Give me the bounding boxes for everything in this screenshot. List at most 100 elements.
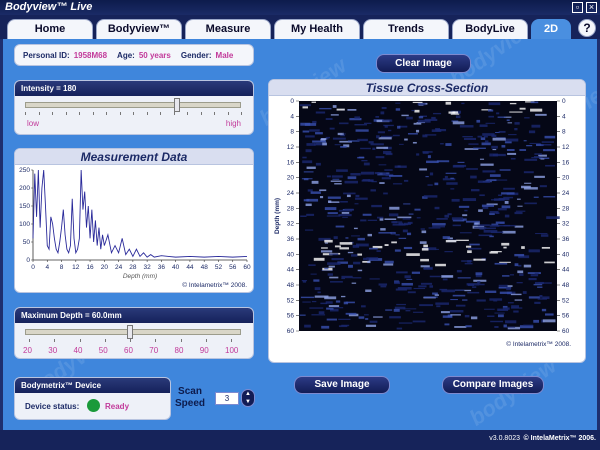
compare-images-button[interactable]: Compare Images — [442, 376, 544, 394]
speckle — [340, 145, 347, 148]
device-panel: Bodymetrix™ Device Device status: Ready — [14, 377, 171, 420]
speckle — [355, 129, 369, 132]
speckle — [398, 222, 404, 226]
speckle — [403, 179, 409, 182]
speckle — [487, 315, 495, 317]
speckle — [342, 216, 348, 218]
speckle — [394, 165, 407, 168]
speckle — [514, 211, 523, 215]
speckle — [530, 101, 539, 104]
speckle — [310, 273, 317, 275]
tab-measure[interactable]: Measure — [185, 19, 271, 39]
tab-bodyview[interactable]: Bodyview™ — [96, 19, 182, 39]
speckle — [499, 291, 512, 294]
speckle — [328, 200, 332, 203]
speckle — [444, 175, 448, 179]
slider-tick — [160, 112, 161, 115]
speckle — [404, 138, 408, 141]
speckle — [514, 127, 518, 131]
speckle — [327, 196, 341, 199]
slider-tick — [25, 112, 26, 115]
scan-speed-stepper[interactable]: ▲ ▼ — [241, 389, 255, 407]
speckle — [324, 207, 337, 211]
intensity-slider-thumb[interactable] — [174, 98, 181, 112]
speckle — [420, 282, 433, 285]
tab-home[interactable]: Home — [7, 19, 93, 39]
x-tick-label: 36 — [158, 264, 166, 271]
speckle — [363, 162, 370, 166]
speckle — [514, 263, 519, 267]
speckle — [465, 220, 480, 223]
speckle — [534, 301, 541, 304]
restore-icon[interactable]: ▫ — [572, 2, 583, 13]
scan-speed-input[interactable]: 3 — [215, 392, 239, 405]
speckle — [411, 271, 421, 274]
speckle — [381, 106, 387, 110]
speckle — [357, 138, 368, 142]
speckle — [534, 175, 545, 178]
speckle — [380, 111, 385, 115]
speckle — [470, 316, 478, 320]
intensity-high-label: high — [225, 119, 241, 128]
speckle — [353, 227, 358, 230]
speckle — [344, 208, 354, 211]
clear-image-button[interactable]: Clear Image — [376, 54, 471, 73]
speckle — [369, 247, 378, 250]
speckle — [445, 143, 452, 146]
y-tick-label: 200 — [19, 185, 30, 192]
measurement-title: Measurement Data — [15, 149, 253, 165]
slider-tick — [106, 112, 107, 115]
depth-scale-label: 70 — [149, 346, 159, 355]
speckle — [544, 313, 554, 316]
speckle — [381, 177, 391, 180]
speckle — [544, 135, 556, 139]
speckle — [351, 282, 357, 284]
speckle — [302, 156, 307, 159]
scan-speed-label-line1: Scan — [178, 386, 202, 397]
speckle — [504, 320, 517, 324]
speckle — [503, 187, 515, 190]
close-icon[interactable]: × — [586, 2, 597, 13]
speckle — [324, 239, 333, 243]
speckle — [345, 237, 349, 239]
speckle — [389, 316, 401, 319]
stepper-up-icon[interactable]: ▲ — [242, 390, 254, 398]
speckle — [361, 159, 368, 162]
speckle — [321, 325, 330, 329]
speckle — [481, 204, 495, 207]
speckle — [332, 137, 346, 140]
speckle — [383, 192, 388, 195]
speckle — [523, 324, 534, 326]
tab-bodylive[interactable]: BodyLive — [452, 19, 528, 39]
speckle — [539, 185, 547, 188]
speckle — [341, 211, 350, 214]
tab-my-health[interactable]: My Health — [274, 19, 360, 39]
max-depth-track[interactable] — [25, 329, 241, 335]
speckle — [542, 319, 556, 323]
slider-tick — [79, 339, 81, 342]
tab-trends[interactable]: Trends — [363, 19, 449, 39]
speckle — [420, 265, 430, 268]
speckle — [519, 273, 524, 276]
speckle — [435, 128, 441, 131]
save-image-button[interactable]: Save Image — [294, 376, 390, 394]
speckle — [534, 153, 542, 155]
speckle — [357, 269, 363, 272]
speckle — [388, 129, 392, 132]
speckle — [490, 320, 504, 323]
speckle — [418, 285, 427, 288]
max-depth-slider-thumb[interactable] — [127, 325, 133, 339]
left-tick-label: 48 — [287, 282, 295, 289]
intensity-panel: Intensity = 180 low high — [14, 80, 254, 135]
age-label: Age: — [117, 50, 135, 60]
speckle — [426, 160, 439, 164]
right-tick-label: 16 — [562, 159, 570, 166]
tab-2d[interactable]: 2D — [531, 19, 571, 39]
help-button[interactable]: ? — [578, 19, 596, 37]
speckle — [497, 314, 504, 318]
speckle — [541, 246, 550, 249]
speckle — [451, 198, 460, 202]
stepper-down-icon[interactable]: ▼ — [242, 398, 254, 406]
intensity-track[interactable] — [25, 102, 241, 108]
speckle — [395, 102, 401, 104]
